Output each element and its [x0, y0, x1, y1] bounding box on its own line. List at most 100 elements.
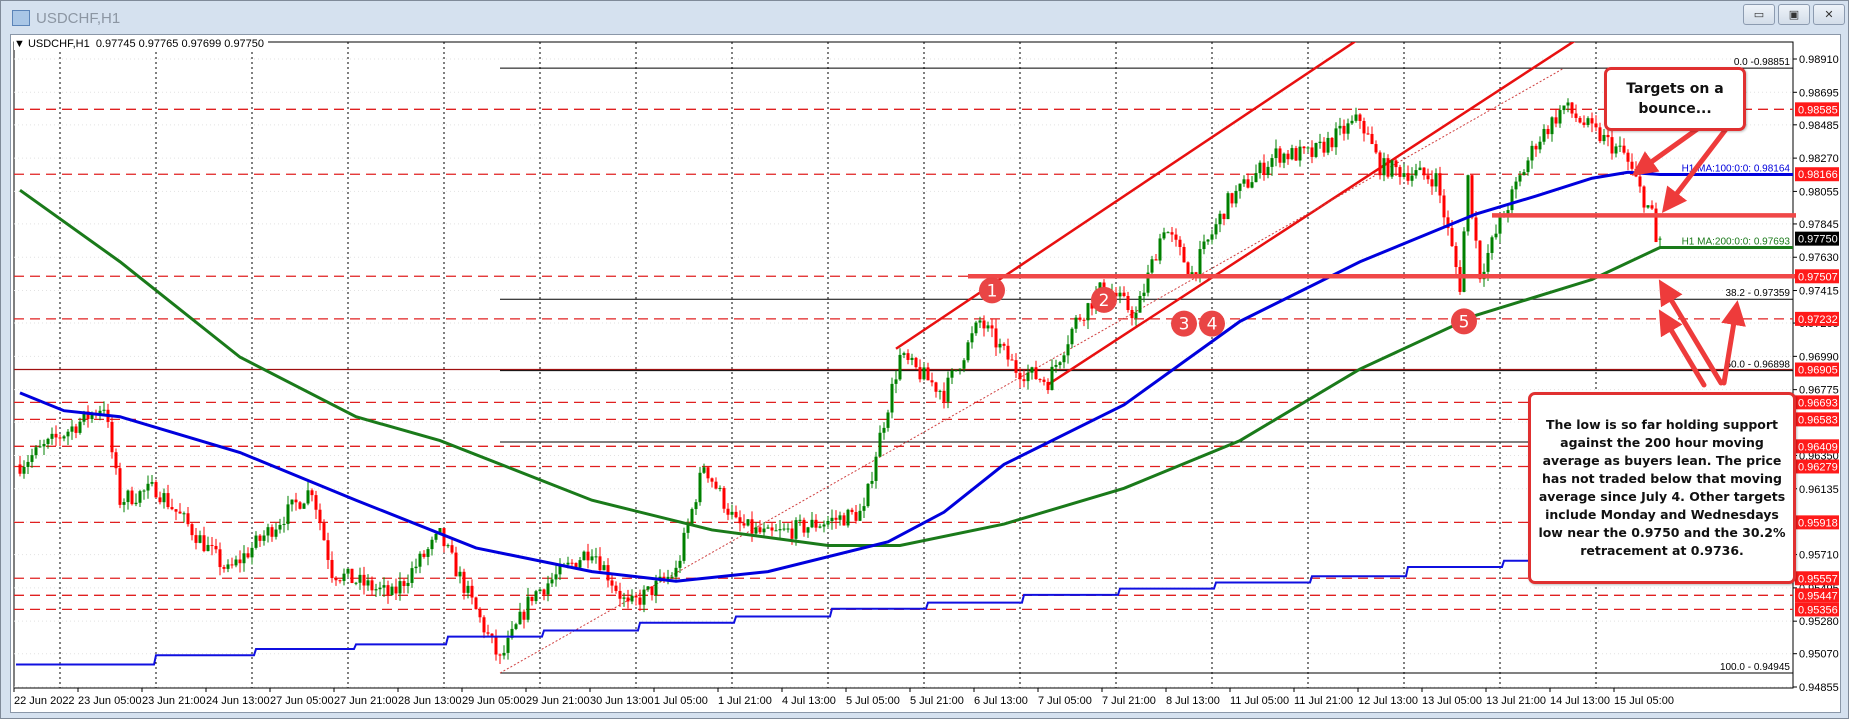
- candle: [1198, 249, 1202, 275]
- arrow-to-resistance: [1661, 117, 1736, 213]
- note-line: average since July 4. Other targets: [1538, 489, 1786, 504]
- candle: [1058, 362, 1062, 366]
- candle: [226, 564, 230, 569]
- x-axis-label: 27 Jun 21:00: [334, 695, 398, 707]
- candle: [1414, 170, 1418, 176]
- candle: [626, 597, 630, 602]
- price-badge-label: 0.95918: [1798, 517, 1838, 529]
- candle: [890, 383, 894, 413]
- candle: [454, 552, 458, 577]
- marker-label: 1: [987, 281, 998, 301]
- candle: [110, 421, 114, 453]
- y-axis-label: 0.98270: [1799, 153, 1839, 165]
- candle: [1430, 179, 1434, 187]
- candle: [1150, 259, 1154, 273]
- candle: [206, 544, 210, 552]
- candle: [282, 523, 286, 525]
- candle: [674, 567, 678, 577]
- x-axis-label: 5 Jul 21:00: [910, 695, 964, 707]
- arrow-to-support: [1658, 309, 1707, 388]
- candle: [946, 377, 950, 402]
- price-badge-label: 0.97507: [1798, 271, 1838, 283]
- chart-header: ▼ USDCHF,H1 0.97745 0.97765 0.97699 0.97…: [14, 38, 269, 50]
- candle: [306, 490, 310, 504]
- candle: [830, 517, 834, 522]
- candle: [150, 482, 154, 484]
- candle: [1310, 147, 1314, 157]
- marker-label: 4: [1207, 315, 1218, 335]
- y-axis-label: 0.96990: [1799, 351, 1839, 363]
- candle: [366, 580, 370, 586]
- candle: [610, 580, 614, 586]
- candle: [1450, 228, 1454, 247]
- candle: [1602, 134, 1606, 142]
- candle: [58, 437, 62, 439]
- candle: [998, 343, 1002, 348]
- candle: [762, 528, 766, 533]
- candle: [34, 447, 38, 456]
- candle: [1270, 158, 1274, 167]
- candle: [514, 624, 518, 629]
- candle: [766, 527, 770, 529]
- candle: [970, 333, 974, 343]
- candle: [1646, 205, 1650, 208]
- candle: [838, 515, 842, 520]
- candle: [934, 382, 938, 392]
- candle: [326, 540, 330, 560]
- candle: [54, 433, 58, 438]
- candle: [914, 357, 918, 368]
- candle: [1302, 146, 1306, 149]
- candle: [1570, 102, 1574, 114]
- candle: [1266, 166, 1270, 175]
- note-line: retracement at 0.9736.: [1580, 543, 1744, 558]
- candle: [74, 426, 78, 433]
- candle: [214, 545, 218, 550]
- candle: [1626, 152, 1630, 162]
- candle: [310, 490, 314, 496]
- candle: [1478, 240, 1482, 280]
- candle: [50, 433, 54, 439]
- candle: [846, 509, 850, 526]
- candle: [818, 526, 822, 528]
- candle: [502, 652, 506, 656]
- candle: [1162, 232, 1166, 239]
- candle: [1178, 239, 1182, 247]
- candle: [246, 553, 250, 558]
- collapse-arrow-icon[interactable]: ▼: [14, 38, 25, 50]
- candle: [538, 589, 542, 592]
- candle: [270, 527, 274, 537]
- candle: [1454, 246, 1458, 268]
- candle: [1362, 120, 1366, 134]
- candle: [1326, 137, 1330, 153]
- chart-symbol: USDCHF,H1: [27, 38, 90, 50]
- x-axis-label: 6 Jul 13:00: [974, 695, 1028, 707]
- candle: [62, 436, 66, 439]
- candle: [722, 487, 726, 509]
- candle: [1574, 113, 1578, 118]
- candle: [842, 515, 846, 526]
- candle: [158, 497, 162, 503]
- price-chart[interactable]: 0.0 -0.98851 38.2 - 0.97359 50.0 - 0.96898…: [0, 0, 1849, 719]
- candle: [1230, 193, 1234, 204]
- candle: [1066, 344, 1070, 356]
- candle: [1374, 144, 1378, 153]
- candle: [1234, 190, 1238, 204]
- candle: [1054, 365, 1058, 367]
- candle: [754, 527, 758, 534]
- candle: [954, 369, 958, 371]
- candle: [482, 617, 486, 633]
- candle: [358, 574, 362, 583]
- price-badge-label: 0.98585: [1798, 104, 1838, 116]
- candle: [646, 586, 650, 590]
- candle: [1318, 141, 1322, 144]
- candle: [1514, 181, 1518, 190]
- candle: [294, 499, 298, 503]
- candle: [430, 539, 434, 550]
- candle: [810, 519, 814, 528]
- candle: [318, 509, 322, 524]
- candle: [1594, 123, 1598, 128]
- candle: [1250, 182, 1254, 188]
- x-axis-label: 22 Jun 2022: [14, 695, 75, 707]
- candle: [194, 535, 198, 543]
- candle: [1286, 153, 1290, 160]
